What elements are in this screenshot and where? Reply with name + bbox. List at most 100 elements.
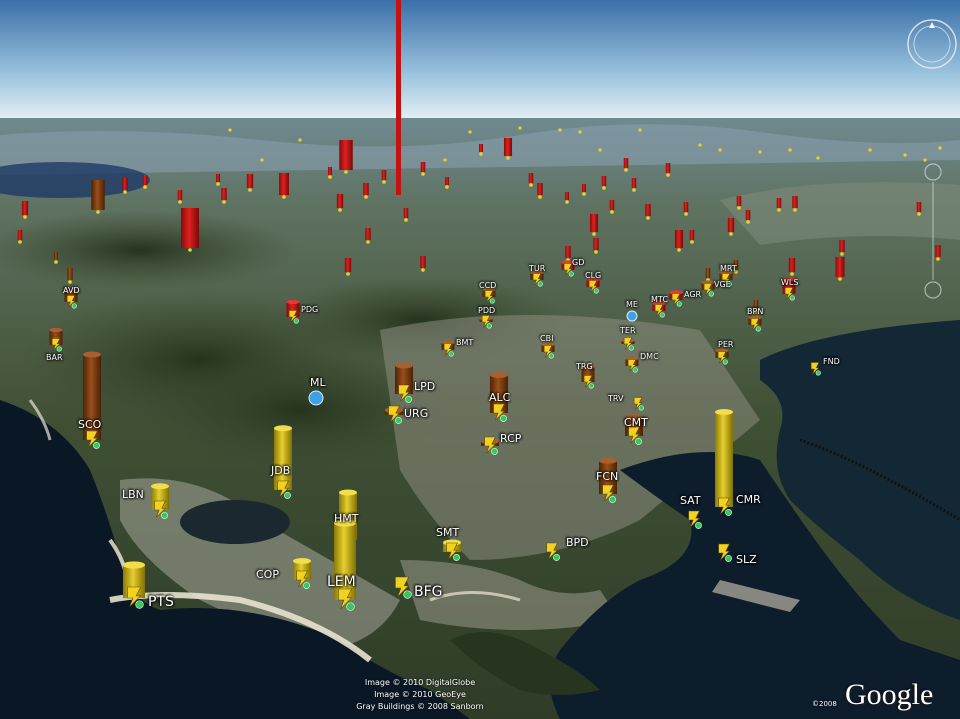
distant-station-marker — [67, 268, 73, 280]
distant-station-icon — [790, 272, 794, 276]
distant-station-marker — [683, 202, 689, 212]
distant-station-marker — [745, 210, 751, 220]
horizon-marker-dot — [868, 148, 872, 152]
distant-station-icon — [646, 216, 650, 220]
status-dot — [628, 345, 634, 351]
distant-station-marker — [328, 167, 332, 175]
station-cylinder-top — [339, 489, 357, 496]
station-label-dmc: DMC — [640, 352, 659, 361]
google-logo: Google — [845, 678, 934, 711]
distant-station-icon — [838, 277, 842, 281]
station-label-jdb: JDB — [271, 464, 291, 477]
distant-station-marker — [589, 214, 599, 232]
distant-station-marker — [792, 196, 798, 208]
station-label-gd: GD — [572, 258, 585, 267]
station-label-clg: CLG — [585, 271, 602, 280]
station-label-ccd: CCD — [479, 281, 497, 290]
distant-station-icon — [677, 248, 681, 252]
station-label-trg: TRG — [576, 362, 593, 371]
station-label-slz: SLZ — [736, 553, 757, 566]
station-label-pts: PTS — [148, 594, 174, 610]
status-dot — [695, 521, 702, 529]
placemark-pin-icon[interactable] — [308, 390, 324, 406]
distant-station-marker — [445, 177, 449, 185]
tall-spike-marker — [396, 0, 401, 195]
map-viewport[interactable]: { "map": { "view": "3d-tilted-earth", "c… — [0, 0, 960, 719]
station-label-cop: COP — [256, 568, 279, 581]
status-dot — [284, 491, 291, 499]
station-cylinder-top — [715, 409, 733, 415]
distant-station-marker — [503, 138, 513, 156]
distant-station-marker — [365, 228, 371, 240]
horizon-marker-dot — [598, 148, 602, 152]
station-label-agr: AGR — [684, 290, 702, 299]
distant-station-icon — [366, 240, 370, 244]
station-label-cmt: CMT — [624, 416, 648, 429]
distant-station-icon — [282, 195, 286, 199]
distant-station-marker — [479, 144, 483, 152]
horizon-marker-dot — [788, 148, 792, 152]
compass-ring-icon[interactable] — [905, 8, 959, 80]
status-dot — [725, 508, 732, 516]
distant-station-marker — [537, 183, 543, 195]
status-dot — [135, 600, 144, 609]
station-marker-cmr[interactable] — [715, 409, 733, 516]
status-dot — [448, 351, 454, 357]
station-marker-jdb[interactable] — [274, 425, 292, 499]
status-dot — [293, 318, 299, 324]
station-label-ter: TER — [620, 326, 636, 335]
status-dot — [755, 326, 761, 332]
station-cylinder-top — [274, 425, 292, 432]
distant-station-icon — [777, 208, 781, 212]
status-dot — [56, 346, 62, 352]
distant-station-icon — [529, 183, 533, 187]
distant-station-icon — [690, 240, 694, 244]
distant-station-icon — [421, 268, 425, 272]
status-dot — [789, 295, 795, 301]
credit-line: Gray Buildings © 2008 Sanborn — [356, 702, 484, 711]
distant-station-marker — [631, 178, 637, 188]
distant-station-marker — [363, 183, 369, 195]
status-dot — [537, 281, 543, 287]
distant-station-marker — [420, 162, 426, 172]
station-cylinder-top — [123, 561, 145, 569]
station-marker-sco[interactable] — [83, 351, 101, 449]
distant-station-icon — [602, 186, 606, 190]
status-dot — [676, 301, 682, 307]
distant-station-marker — [736, 196, 742, 206]
placemark-pin-icon[interactable] — [626, 310, 638, 322]
station-marker-lem[interactable] — [334, 519, 356, 611]
horizon-marker-dot — [758, 150, 762, 154]
zoom-slider-icon[interactable] — [922, 140, 944, 300]
distant-station-marker — [344, 258, 352, 272]
station-cylinder-top — [395, 362, 413, 369]
status-dot — [161, 511, 168, 519]
station-label-alc: ALC — [489, 391, 511, 404]
distant-station-icon — [840, 252, 844, 256]
status-dot — [489, 298, 495, 304]
distant-station-marker — [674, 230, 684, 248]
distant-station-icon — [421, 172, 425, 176]
distant-station-marker — [17, 230, 23, 240]
credit-line: Image © 2010 DigitalGlobe — [364, 678, 476, 687]
distant-station-icon — [666, 173, 670, 177]
status-dot — [453, 553, 460, 561]
distant-station-icon — [23, 215, 27, 219]
distant-station-marker — [279, 173, 289, 195]
distant-station-icon — [746, 220, 750, 224]
distant-station-marker — [177, 190, 183, 200]
distant-station-icon — [68, 280, 72, 284]
station-label-sco: SCO — [78, 418, 102, 431]
station-label-fnd: FND — [823, 357, 840, 366]
status-dot — [395, 416, 402, 424]
distant-station-icon — [222, 200, 226, 204]
station-label-mrt: MRT — [720, 264, 737, 273]
distant-station-marker — [609, 200, 615, 210]
station-label-mtc: MTC — [651, 295, 668, 304]
distant-station-icon — [178, 200, 182, 204]
distant-station-marker — [142, 175, 148, 185]
station-cylinder-top — [286, 299, 300, 305]
status-dot — [548, 353, 554, 359]
distant-station-icon — [592, 232, 596, 236]
distant-station-icon — [506, 156, 510, 160]
